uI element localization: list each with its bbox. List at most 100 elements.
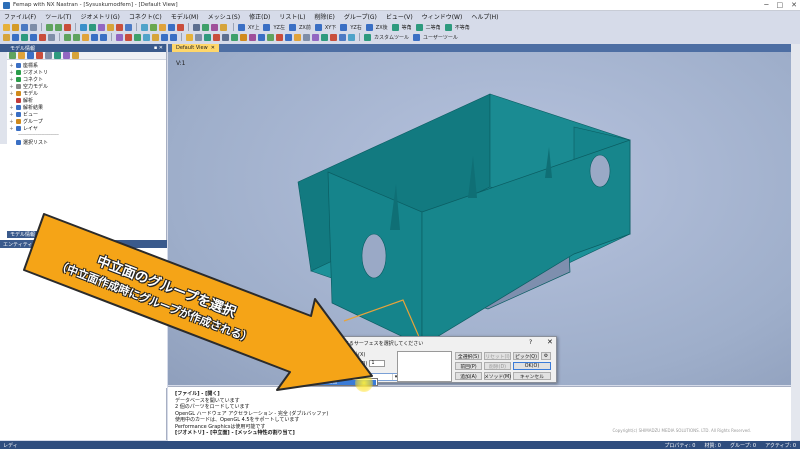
regenerate-icon[interactable] bbox=[107, 23, 114, 31]
panel-icon[interactable] bbox=[321, 33, 328, 41]
xy-bottom-icon[interactable] bbox=[314, 23, 322, 31]
tree-item[interactable]: + レイヤ bbox=[9, 125, 165, 133]
help-icon[interactable]: ? bbox=[529, 339, 532, 346]
magnify-icon[interactable] bbox=[168, 23, 175, 31]
delete-icon[interactable] bbox=[64, 23, 71, 31]
freebody-icon[interactable] bbox=[195, 33, 202, 41]
user-tools-icon[interactable] bbox=[413, 33, 421, 41]
menu-tools[interactable]: ツール(T) bbox=[45, 12, 71, 21]
tab-default-view[interactable]: Default View ✕ bbox=[172, 44, 219, 52]
tree-item-selection-list[interactable]: 選択リスト bbox=[9, 139, 165, 146]
element-icon[interactable] bbox=[64, 33, 71, 41]
custom-tools-button[interactable]: カスタムツール bbox=[374, 34, 409, 41]
pin-icon[interactable]: ▪ ✕ bbox=[154, 45, 163, 51]
expand-toggle-icon[interactable]: + bbox=[9, 84, 14, 90]
undo-icon[interactable] bbox=[46, 23, 53, 31]
view-options-icon[interactable] bbox=[98, 23, 105, 31]
node-icon[interactable] bbox=[48, 33, 55, 41]
view-style-icon[interactable] bbox=[89, 23, 96, 31]
refresh-icon[interactable] bbox=[63, 52, 70, 59]
paste-icon[interactable] bbox=[348, 33, 355, 41]
menu-delete[interactable]: 削除(E) bbox=[314, 12, 334, 21]
filter-icon[interactable] bbox=[9, 52, 16, 59]
visibility-icon[interactable] bbox=[231, 33, 238, 41]
save-icon[interactable] bbox=[21, 23, 28, 31]
selection-listbox[interactable] bbox=[397, 351, 452, 382]
menu-group[interactable]: グループ(G) bbox=[344, 12, 377, 21]
close-button[interactable]: ✕ bbox=[791, 1, 797, 9]
mesh-icon[interactable] bbox=[82, 33, 89, 41]
property-icon[interactable] bbox=[100, 33, 107, 41]
remove-icon[interactable] bbox=[36, 52, 43, 59]
rotate-icon[interactable] bbox=[141, 23, 148, 31]
expand-toggle-icon[interactable]: + bbox=[9, 105, 14, 111]
tree-item[interactable]: + コネクト bbox=[9, 76, 165, 84]
show-icon[interactable] bbox=[18, 52, 25, 59]
menu-window[interactable]: ウィンドウ(W) bbox=[422, 12, 463, 21]
analysis-icon[interactable] bbox=[143, 33, 150, 41]
open-icon[interactable] bbox=[12, 23, 19, 31]
new-icon[interactable] bbox=[3, 23, 10, 31]
entity-info-icon[interactable] bbox=[249, 33, 256, 41]
expand-icon[interactable] bbox=[45, 52, 52, 59]
expand-toggle-icon[interactable]: + bbox=[9, 77, 14, 83]
snap-icon[interactable] bbox=[202, 23, 209, 31]
tab-model-info[interactable]: モデル情報 bbox=[7, 230, 39, 238]
delete-selection-button[interactable]: 削除(D) bbox=[484, 362, 511, 370]
midsurface-icon[interactable] bbox=[91, 33, 98, 41]
surface-icon[interactable] bbox=[21, 33, 28, 41]
dimetric-button[interactable]: 二等角 bbox=[426, 24, 441, 31]
menu-connect[interactable]: コネクト(C) bbox=[129, 12, 162, 21]
workplane-icon[interactable] bbox=[193, 23, 200, 31]
layer-icon[interactable] bbox=[240, 33, 247, 41]
expand-toggle-icon[interactable]: + bbox=[9, 126, 14, 132]
previous-button[interactable]: 前回(P) bbox=[455, 362, 482, 370]
preferences-icon[interactable] bbox=[303, 33, 310, 41]
menu-model[interactable]: モデル(M) bbox=[171, 12, 199, 21]
expand-toggle-icon[interactable]: + bbox=[9, 70, 14, 76]
isometric-icon[interactable] bbox=[391, 23, 399, 31]
radio-exclude[interactable]: 除外(X) bbox=[341, 351, 365, 358]
contour-icon[interactable] bbox=[161, 33, 168, 41]
add-button[interactable]: 追加(A) bbox=[455, 372, 482, 380]
side-dock-strip[interactable] bbox=[0, 52, 7, 144]
macro-icon[interactable] bbox=[285, 33, 292, 41]
chart-icon[interactable] bbox=[204, 33, 211, 41]
pan-icon[interactable] bbox=[150, 23, 157, 31]
close-tab-icon[interactable]: ✕ bbox=[211, 45, 215, 51]
section-icon[interactable] bbox=[222, 33, 229, 41]
menu-view[interactable]: ビュー(V) bbox=[386, 12, 413, 21]
tab-meta[interactable]: メタ bbox=[41, 230, 58, 238]
menu-file[interactable]: ファイル(F) bbox=[4, 12, 36, 21]
tree-item[interactable]: + 空力モデル bbox=[9, 83, 165, 91]
hide-icon[interactable] bbox=[27, 52, 34, 59]
tree-item[interactable]: + モデル bbox=[9, 90, 165, 98]
post-icon[interactable] bbox=[152, 33, 159, 41]
trimetric-button[interactable]: 不等角 bbox=[455, 24, 470, 31]
trimetric-icon[interactable] bbox=[444, 23, 452, 31]
menu-mesh[interactable]: メッシュ(S) bbox=[208, 12, 241, 21]
expand-toggle-icon[interactable]: + bbox=[9, 112, 14, 118]
tree-item[interactable]: + 座標系 bbox=[9, 62, 165, 70]
tree-item[interactable]: 解析 bbox=[9, 97, 165, 104]
expand-toggle-icon[interactable]: + bbox=[9, 91, 14, 97]
options-icon[interactable] bbox=[294, 33, 301, 41]
graphics-viewport[interactable] bbox=[168, 44, 791, 385]
menu-list[interactable]: リスト(L) bbox=[279, 12, 305, 21]
tree-item[interactable]: + グループ bbox=[9, 118, 165, 126]
expand-toggle-icon[interactable]: + bbox=[9, 119, 14, 125]
deform-icon[interactable] bbox=[170, 33, 177, 41]
yz-right-button[interactable]: YZ右 bbox=[350, 24, 361, 31]
radio-all[interactable]: 全部(I) bbox=[299, 351, 321, 358]
menu-help[interactable]: ヘルプ(H) bbox=[471, 12, 498, 21]
tree-item[interactable]: + 解析結果 bbox=[9, 104, 165, 112]
settings-icon[interactable] bbox=[72, 52, 79, 59]
zx-front-button[interactable]: ZX前 bbox=[299, 24, 311, 31]
dimetric-icon[interactable] bbox=[415, 23, 423, 31]
entity-select-icon[interactable] bbox=[211, 23, 218, 31]
measure-icon[interactable] bbox=[213, 33, 220, 41]
yz-right-icon[interactable] bbox=[340, 23, 348, 31]
tree-item[interactable]: + ジオメトリ bbox=[9, 69, 165, 77]
pick-button[interactable]: ピック(Q) bbox=[513, 352, 539, 360]
tab-post[interactable]: ポスト処理 bbox=[60, 230, 92, 238]
